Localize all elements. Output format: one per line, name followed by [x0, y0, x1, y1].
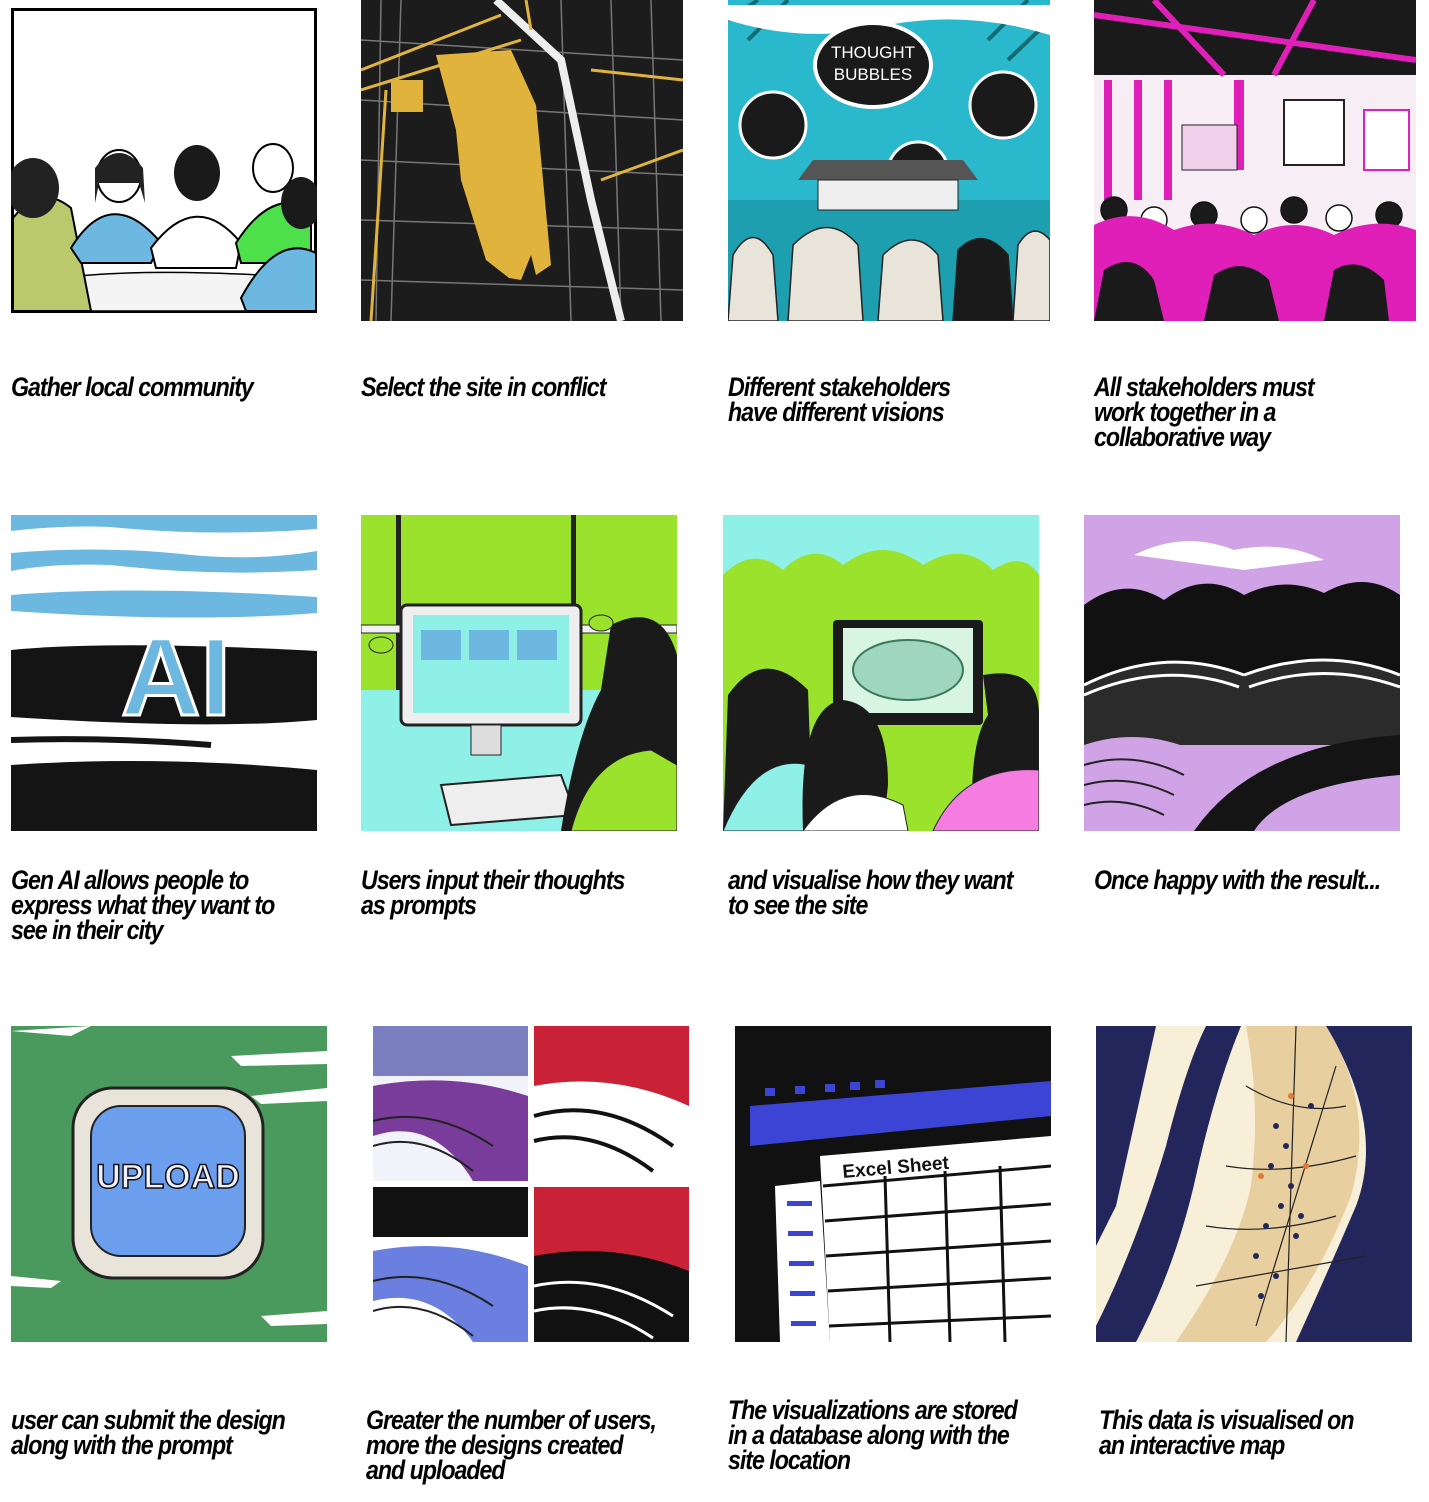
panel-upload-image: UPLOAD [11, 1026, 327, 1342]
caption-upload: user can submit the design along with th… [11, 1405, 286, 1460]
upload-button-illustration: UPLOAD [11, 1026, 327, 1342]
caption-visualise: and visualise how they want to see the s… [728, 865, 1013, 920]
ai-letters-illustration: AI [11, 515, 317, 831]
caption-map: This data is visualised on an interactiv… [1099, 1405, 1355, 1460]
panel-site-image [361, 0, 683, 321]
panel-collab-image [1094, 0, 1416, 321]
panel-visions-image: THOUGHT BUBBLES [728, 0, 1050, 321]
panel-database-image: Excel Sheet [735, 1026, 1051, 1342]
spreadsheet-illustration: Excel Sheet [735, 1026, 1051, 1342]
caption-visions: Different stakeholders have different vi… [728, 372, 951, 427]
design-grid-illustration [373, 1026, 689, 1342]
panel-community-image [11, 8, 317, 313]
caption-database: The visualizations are stored in a datab… [728, 1395, 1018, 1475]
panel-map-image [1096, 1026, 1412, 1342]
workshop-presentation-illustration [1094, 0, 1416, 321]
thought-bubbles-illustration: THOUGHT BUBBLES [728, 0, 1050, 321]
panel-designs-image [373, 1026, 689, 1342]
caption-site: Select the site in conflict [361, 372, 606, 402]
panel-result-image [1084, 515, 1400, 831]
ai-art-text: AI [121, 616, 231, 739]
interactive-map-illustration [1096, 1026, 1412, 1342]
caption-collab: All stakeholders must work together in a… [1094, 372, 1315, 452]
panel-prompts-image [361, 515, 677, 831]
computer-user-illustration [361, 515, 677, 831]
thought-text-line1: THOUGHT [831, 43, 915, 62]
upload-art-text: UPLOAD [96, 1158, 240, 1196]
panel-genai-image: AI [11, 515, 317, 831]
viewing-screen-illustration [723, 515, 1039, 831]
caption-result: Once happy with the result... [1094, 865, 1381, 895]
site-map-illustration [361, 0, 683, 321]
caption-genai: Gen AI allows people to express what the… [11, 865, 275, 945]
panel-visualise-image [723, 515, 1039, 831]
landscape-result-illustration [1084, 515, 1400, 831]
community-meeting-illustration [11, 8, 317, 313]
caption-prompts: Users input their thoughts as prompts [361, 865, 625, 920]
caption-designs: Greater the number of users, more the de… [366, 1405, 657, 1485]
thought-text-line2: BUBBLES [834, 65, 912, 84]
caption-community: Gather local community [11, 372, 254, 402]
